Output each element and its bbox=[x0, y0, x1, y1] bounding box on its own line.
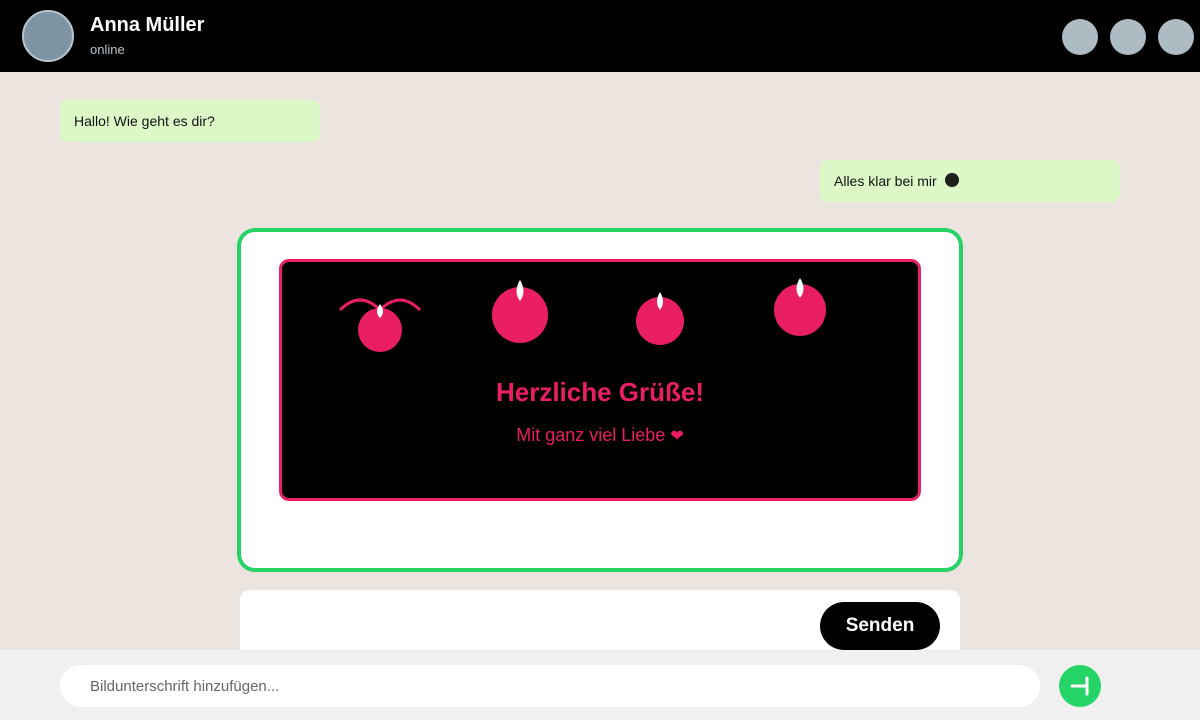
send-icon-button[interactable] bbox=[1059, 665, 1101, 707]
message-text: Hallo! Wie geht es dir? bbox=[74, 113, 215, 129]
cherry-icon bbox=[636, 292, 684, 345]
caption-input[interactable] bbox=[60, 665, 1040, 707]
phone-icon[interactable] bbox=[1110, 19, 1146, 55]
message-incoming[interactable]: Hallo! Wie geht es dir? bbox=[60, 100, 320, 142]
smiley-emoji-icon bbox=[944, 173, 959, 188]
cherry-icon bbox=[338, 298, 422, 352]
cherry-icon bbox=[774, 278, 826, 336]
heart-icon: ❤ bbox=[670, 428, 684, 445]
video-call-icon[interactable] bbox=[1062, 19, 1098, 55]
avatar[interactable] bbox=[22, 10, 74, 62]
greeting-title: Herzliche Grüße! bbox=[495, 377, 705, 407]
send-icon bbox=[1070, 676, 1089, 696]
menu-icon[interactable] bbox=[1158, 19, 1194, 55]
send-button[interactable]: Senden bbox=[820, 602, 940, 650]
contact-name[interactable]: Anna Müller bbox=[90, 13, 204, 37]
greeting-subtitle: Mit ganz viel Liebe ❤ bbox=[282, 424, 918, 448]
composer-footer bbox=[0, 650, 1200, 720]
greeting-subtitle-text: Mit ganz viel Liebe bbox=[516, 425, 666, 445]
image-preview[interactable]: Herzliche Grüße! Mit ganz viel Liebe ❤ bbox=[237, 228, 963, 572]
chat-header: Anna Müller online bbox=[0, 0, 1200, 72]
greeting-card-image: Herzliche Grüße! Mit ganz viel Liebe ❤ bbox=[279, 259, 921, 501]
message-outgoing[interactable]: Alles klar bei mir bbox=[820, 160, 1120, 202]
cherry-decorations bbox=[338, 278, 826, 352]
contact-status: online bbox=[90, 42, 125, 57]
cherry-icon bbox=[492, 280, 548, 343]
message-text: Alles klar bei mir bbox=[834, 173, 937, 189]
